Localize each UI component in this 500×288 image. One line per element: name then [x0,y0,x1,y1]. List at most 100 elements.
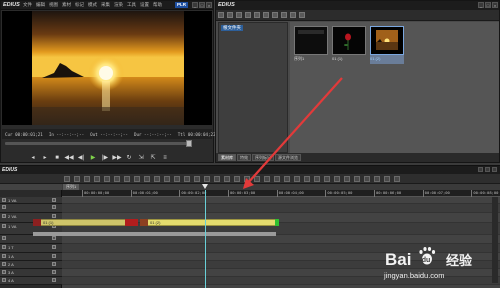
track-header[interactable]: 1 VA [0,197,62,204]
up-folder-icon[interactable] [236,12,242,18]
track-mute-icon[interactable] [52,214,56,218]
track-toggle-icon[interactable] [2,278,6,282]
timeline-tool-icon[interactable] [184,176,190,182]
time-ruler[interactable]: 00:00:00;00 00:00:01;00 00:00:02;00 00:00:0… [62,190,500,197]
track-toggle-icon[interactable] [2,245,6,249]
playhead-line[interactable] [205,190,206,288]
bin-clip-sequence[interactable]: 序列1 [294,26,328,64]
timeline-tool-icon[interactable] [284,176,290,182]
tab-sequence-markers[interactable]: 序列标记 [252,154,274,161]
menu-item-edit[interactable]: 编辑 [36,2,45,8]
set-out-icon[interactable]: ▸ [41,154,49,162]
track-mute-icon[interactable] [52,236,56,240]
menu-item-view[interactable]: 视图 [49,2,58,8]
track-toggle-icon[interactable] [2,205,6,209]
track-header[interactable] [0,235,62,244]
timeline-tool-icon[interactable] [154,176,160,182]
bin-minimize-icon[interactable]: _ [478,2,484,8]
add-clip-icon[interactable] [245,12,251,18]
timeline-tool-icon[interactable] [114,176,120,182]
tab-bin[interactable]: 素材库 [218,154,236,161]
insert-icon[interactable]: ⇲ [137,154,145,162]
fast-forward-icon[interactable]: ▶▶ [112,154,121,162]
timeline-tool-icon[interactable] [264,176,270,182]
timeline-tool-icon[interactable] [234,176,240,182]
menu-item-render[interactable]: 渲染 [114,2,123,8]
root-folder[interactable]: 根文件夹 [221,25,243,31]
track-header[interactable]: 4 A [0,277,62,285]
track-lane[interactable] [62,197,500,204]
track-lane[interactable] [62,204,500,213]
track-toggle-icon[interactable] [2,214,6,218]
track-toggle-icon[interactable] [2,198,6,202]
track-mute-icon[interactable] [52,198,56,202]
audio-waveform-bar[interactable] [33,232,276,236]
timeline-maximize-icon[interactable] [485,167,490,172]
position-slider-knob[interactable] [186,140,192,147]
overwrite-icon[interactable]: ⇱ [149,154,157,162]
close-icon[interactable]: × [206,2,212,8]
timeline-clip[interactable] [140,219,278,226]
menu-item-clip[interactable]: 素材 [62,2,71,8]
track-header[interactable] [0,204,62,213]
timeline-tool-icon[interactable] [104,176,110,182]
menu-item-marker[interactable]: 标记 [75,2,84,8]
bin-close-icon[interactable]: × [492,2,498,8]
track-toggle-icon[interactable] [2,254,6,258]
timeline-tool-icon[interactable] [74,176,80,182]
timeline-tool-icon[interactable] [294,176,300,182]
track-header[interactable]: 2 A [0,261,62,269]
delete-icon[interactable] [281,12,287,18]
stop-icon[interactable]: ■ [53,154,61,162]
timeline-tool-icon[interactable] [374,176,380,182]
view-icon[interactable] [299,12,305,18]
track-mute-icon[interactable] [52,205,56,209]
folder-tree[interactable]: 根文件夹 [218,22,288,153]
timeline-tool-icon[interactable] [214,176,220,182]
timeline-close-icon[interactable] [492,167,497,172]
properties-icon[interactable] [290,12,296,18]
timeline-tool-icon[interactable] [254,176,260,182]
timeline-tool-icon[interactable] [244,176,250,182]
timeline-tool-icon[interactable] [314,176,320,182]
bin-maximize-icon[interactable]: □ [485,2,491,8]
step-forward-icon[interactable]: |▶ [101,154,109,162]
loop-icon[interactable]: ↻ [125,154,133,162]
track-mute-icon[interactable] [52,245,56,249]
track-mute-icon[interactable] [52,270,56,274]
mode-badge[interactable]: PLR [175,2,188,8]
track-mute-icon[interactable] [52,278,56,282]
step-back-icon[interactable]: ◀| [77,154,85,162]
timeline-tool-icon[interactable] [144,176,150,182]
timeline-tool-icon[interactable] [164,176,170,182]
cut-icon[interactable] [254,12,260,18]
timeline-minimize-icon[interactable] [478,167,483,172]
menu-icon[interactable]: ≡ [161,154,169,162]
menu-item-settings[interactable]: 设置 [140,2,149,8]
track-mute-icon[interactable] [52,254,56,258]
playhead-handle[interactable] [202,184,208,189]
menu-item-tools[interactable]: 工具 [127,2,136,8]
bin-clip-sunset[interactable]: 01 (2) [370,26,404,64]
position-slider[interactable] [5,142,191,145]
menu-item-help[interactable]: 帮助 [153,2,162,8]
folder-icon[interactable] [218,12,224,18]
timeline-tool-icon[interactable] [334,176,340,182]
play-icon[interactable]: ▶ [89,154,97,162]
track-toggle-icon[interactable] [2,262,6,266]
track-header[interactable]: 1 T [0,244,62,253]
maximize-icon[interactable]: □ [199,2,205,8]
timeline-tool-icon[interactable] [354,176,360,182]
track-toggle-icon[interactable] [2,270,6,274]
timeline-tool-icon[interactable] [364,176,370,182]
timeline-tool-icon[interactable] [204,176,210,182]
track-header[interactable]: 1 A [0,253,62,261]
timeline-tool-icon[interactable] [274,176,280,182]
timeline-tool-icon[interactable] [384,176,390,182]
track-header[interactable]: 3 A [0,269,62,277]
menu-item-capture[interactable]: 采集 [101,2,110,8]
timeline-tool-icon[interactable] [324,176,330,182]
tab-effects[interactable]: 特效 [237,154,251,161]
paste-icon[interactable] [272,12,278,18]
timeline-tool-icon[interactable] [194,176,200,182]
